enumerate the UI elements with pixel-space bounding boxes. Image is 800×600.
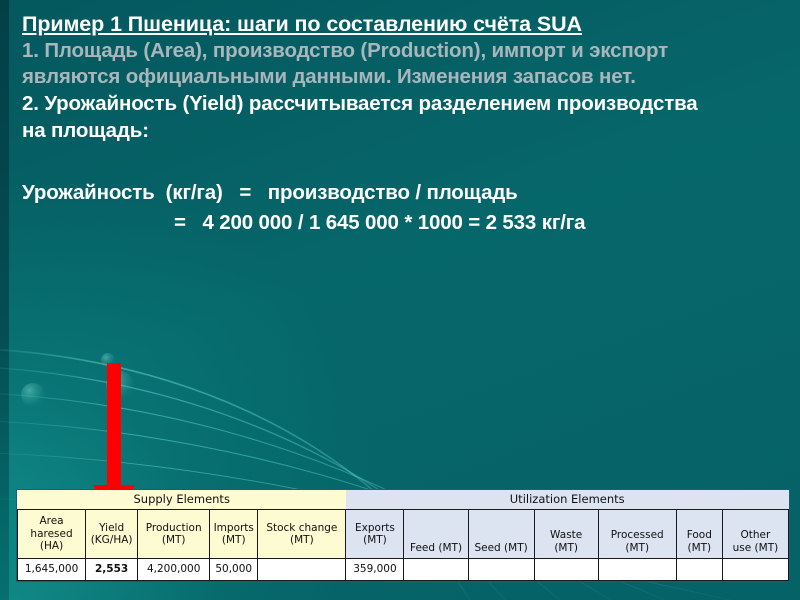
body-line-1: 1. Площадь (Area), производство (Product… <box>22 38 669 62</box>
body-line-4: на площадь: <box>22 118 149 142</box>
col-header-other-use: Other use (MT) <box>721 509 790 559</box>
sua-table: Supply Elements Utilization Elements Are… <box>16 489 790 582</box>
left-edge-strip <box>0 0 9 600</box>
page-title: Пример 1 Пшеница: шаги по составлению сч… <box>22 12 582 36</box>
cell-area-harvested: 1,645,000 <box>16 558 87 581</box>
col-header-stock-change: Stock change (MT) <box>257 509 347 559</box>
formula-block: Урожайность (кг/га) = производство / пло… <box>22 178 782 237</box>
col-header-exports: Exports (MT) <box>345 509 405 559</box>
formula-line-2: = 4 200 000 / 1 645 000 * 1000 = 2 533 к… <box>174 210 586 234</box>
cell-feed <box>403 558 469 581</box>
col-header-area-harvested: Area haresed (HA) <box>16 509 87 559</box>
col-header-processed: Processed (MT) <box>597 509 677 559</box>
text-block: Пример 1 Пшеница: шаги по составлению сч… <box>22 12 787 144</box>
col-header-waste: Waste (MT) <box>533 509 599 559</box>
cell-seed <box>467 558 535 581</box>
col-header-production: Production (MT) <box>137 509 211 559</box>
col-header-yield: Yield (KG/HA) <box>85 509 139 559</box>
col-header-food: Food (MT) <box>675 509 723 559</box>
cell-production: 4,200,000 <box>137 558 211 581</box>
formula-line-1: Урожайность (кг/га) = производство / пло… <box>22 181 518 204</box>
table-group-header-row: Supply Elements Utilization Elements <box>17 490 789 510</box>
cell-waste <box>533 558 599 581</box>
cell-processed <box>597 558 677 581</box>
col-header-feed: Feed (MT) <box>403 509 469 559</box>
group-header-utilization: Utilization Elements <box>345 490 789 510</box>
cell-exports: 359,000 <box>345 558 405 581</box>
table-column-header-row: Area haresed (HA) Yield (KG/HA) Producti… <box>16 509 790 559</box>
cell-stock-change <box>257 558 347 581</box>
cell-imports: 50,000 <box>209 558 259 581</box>
cell-other-use <box>721 558 790 581</box>
body-line-3: 2. Урожайность (Yield) рассчитывается ра… <box>22 92 698 116</box>
col-header-seed: Seed (MT) <box>467 509 535 559</box>
cell-yield: 2,553 <box>85 558 139 581</box>
group-header-supply: Supply Elements <box>17 490 346 510</box>
cell-food <box>675 558 723 581</box>
body-line-2: являются официальными данными. Изменения… <box>22 65 636 89</box>
col-header-imports: Imports (MT) <box>209 509 259 559</box>
table-row: 1,645,000 2,553 4,200,000 50,000 359,000 <box>16 558 790 581</box>
slide-canvas: Пример 1 Пшеница: шаги по составлению сч… <box>0 0 800 600</box>
